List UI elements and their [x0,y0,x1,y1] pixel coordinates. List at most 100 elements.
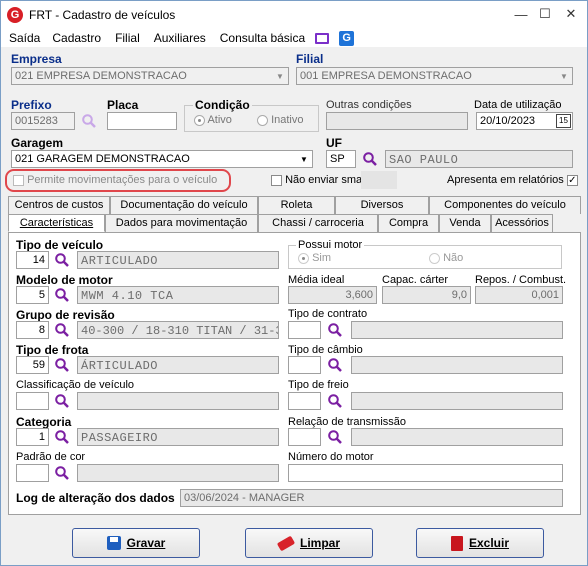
radio-inativo-label: Inativo [271,114,304,126]
search-icon[interactable] [362,151,378,167]
caracteristicas-panel: Tipo de veículo 14 ARTICULADO Modelo de … [8,232,581,515]
tab-roleta[interactable]: Roleta [258,196,335,214]
tab-componentes[interactable]: Componentes do veículo [429,196,581,214]
tab-acessorios[interactable]: Acessórios [491,214,553,232]
app-logo-icon: G [7,7,23,23]
nao-enviar-spacer [361,171,397,189]
excluir-button[interactable]: Excluir [416,528,544,558]
calendar-icon[interactable]: 15 [556,114,571,128]
chevron-down-icon: ▼ [300,154,308,164]
close-button[interactable]: ✕ [561,5,581,23]
menu-saida[interactable]: Saída [9,31,40,45]
search-icon[interactable] [327,357,343,373]
placa-input[interactable] [107,112,177,130]
data-utilizacao-input[interactable]: 20/10/2023 15 [476,112,573,130]
empresa-label: Empresa [11,52,62,66]
g-app-icon[interactable]: G [339,30,355,46]
radio-nao[interactable]: Não [429,252,463,264]
search-icon[interactable] [54,429,70,445]
menu-filial[interactable]: Filial [115,31,140,45]
apresenta-label: Apresenta em relatórios [447,174,564,186]
tab-venda[interactable]: Venda [439,214,491,232]
tipo-freio-label: Tipo de freio [288,379,349,391]
log-label: Log de alteração dos dados [16,491,175,505]
search-icon[interactable] [327,429,343,445]
monitor-icon[interactable] [315,32,330,44]
tipo-freio-code[interactable] [288,392,321,410]
tipo-veiculo-desc: ARTICULADO [77,251,279,269]
possui-motor-label: Possui motor [296,239,365,251]
search-icon[interactable] [54,322,70,338]
media-ideal-value: 3,600 [288,286,377,304]
radio-sim[interactable]: Sim [298,252,331,264]
tab-compra[interactable]: Compra [378,214,439,232]
relacao-transmissao-desc [351,428,563,446]
search-icon[interactable] [327,393,343,409]
empresa-select[interactable]: 021 EMPRESA DEMONSTRACAO ▼ [11,67,289,85]
tab-documentacao[interactable]: Documentação do veículo [110,196,258,214]
search-icon[interactable] [54,393,70,409]
radio-nao-icon [429,252,440,264]
apresenta-checkbox[interactable]: Apresenta em relatórios ✓ [447,174,578,186]
menu-cadastro[interactable]: Cadastro [52,31,101,45]
eraser-icon [276,535,296,551]
maximize-button[interactable]: ☐ [535,5,555,23]
radio-inativo[interactable]: Inativo [257,114,303,126]
classificacao-code[interactable] [16,392,49,410]
grupo-revisao-desc: 40-300 / 18-310 TITAN / 31-320 C [77,321,279,339]
radio-ativo[interactable]: Ativo [194,114,232,126]
relacao-transmissao-code[interactable] [288,428,321,446]
tipo-frota-code[interactable]: 59 [16,356,49,374]
gravar-label: Gravar [126,536,166,550]
search-icon[interactable] [54,252,70,268]
numero-motor-label: Número do motor [288,451,374,463]
tipo-contrato-label: Tipo de contrato [288,308,368,320]
uf-input[interactable]: SP [326,150,356,168]
tab-centros-de-custos[interactable]: Centros de custos [8,196,110,214]
repos-combust-label: Repos. / Combust. [475,274,567,286]
menu-auxiliares[interactable]: Auxiliares [154,31,206,45]
categoria-code[interactable]: 1 [16,428,49,446]
garagem-value: 021 GARAGEM DEMONSTRACAO [15,153,190,165]
tab-chassi-carroceria[interactable]: Chassi / carroceria [258,214,378,232]
gravar-button[interactable]: Gravar [72,528,200,558]
tabs-top-row: Centros de custos Documentação do veícul… [8,196,581,214]
search-icon[interactable] [327,322,343,338]
garagem-select[interactable]: 021 GARAGEM DEMONSTRACAO ▼ [11,150,313,168]
numero-motor-input[interactable] [288,464,563,482]
radio-nao-label: Não [443,252,464,264]
tab-dados-movimentacao[interactable]: Dados para movimentação [105,214,258,232]
tabs-bottom-row: Características Dados para movimentação … [8,214,553,232]
search-icon[interactable] [54,357,70,373]
limpar-button[interactable]: Limpar [245,528,373,558]
grupo-revisao-label: Grupo de revisão [16,308,115,322]
capac-carter-value: 9,0 [382,286,471,304]
tipo-veiculo-code[interactable]: 14 [16,251,49,269]
categoria-label: Categoria [16,415,72,429]
tab-diversos[interactable]: Diversos [335,196,429,214]
minimize-button[interactable]: — [511,5,531,23]
search-icon[interactable] [54,287,70,303]
tab-caracteristicas[interactable]: Características [8,214,105,232]
search-icon[interactable] [81,113,97,129]
search-icon[interactable] [54,465,70,481]
tipo-cambio-desc [351,356,563,374]
title-bar: G FRT - Cadastro de veículos — ☐ ✕ [1,1,587,29]
checkbox-icon [13,174,24,186]
filial-select[interactable]: 001 EMPRESA DEMONSTRACAO ▼ [296,67,573,85]
repos-combust-value: 0,001 [475,286,563,304]
permite-checkbox[interactable]: Permite movimentações para o veículo [13,174,217,186]
radio-ativo-label: Ativo [207,114,232,126]
menu-consulta-basica[interactable]: Consulta básica [220,31,305,45]
grupo-revisao-code[interactable]: 8 [16,321,49,339]
uf-label: UF [326,136,342,150]
outras-condicoes-label: Outras condições [326,99,412,111]
tipo-cambio-code[interactable] [288,356,321,374]
modelo-motor-code[interactable]: 5 [16,286,49,304]
padrao-cor-code[interactable] [16,464,49,482]
tipo-contrato-code[interactable] [288,321,321,339]
check-icon: ✓ [566,174,578,186]
log-value: 03/06/2024 - MANAGER [180,489,563,507]
data-utilizacao-value: 20/10/2023 [480,115,536,127]
prefixo-input[interactable]: 0015283 [11,112,75,130]
